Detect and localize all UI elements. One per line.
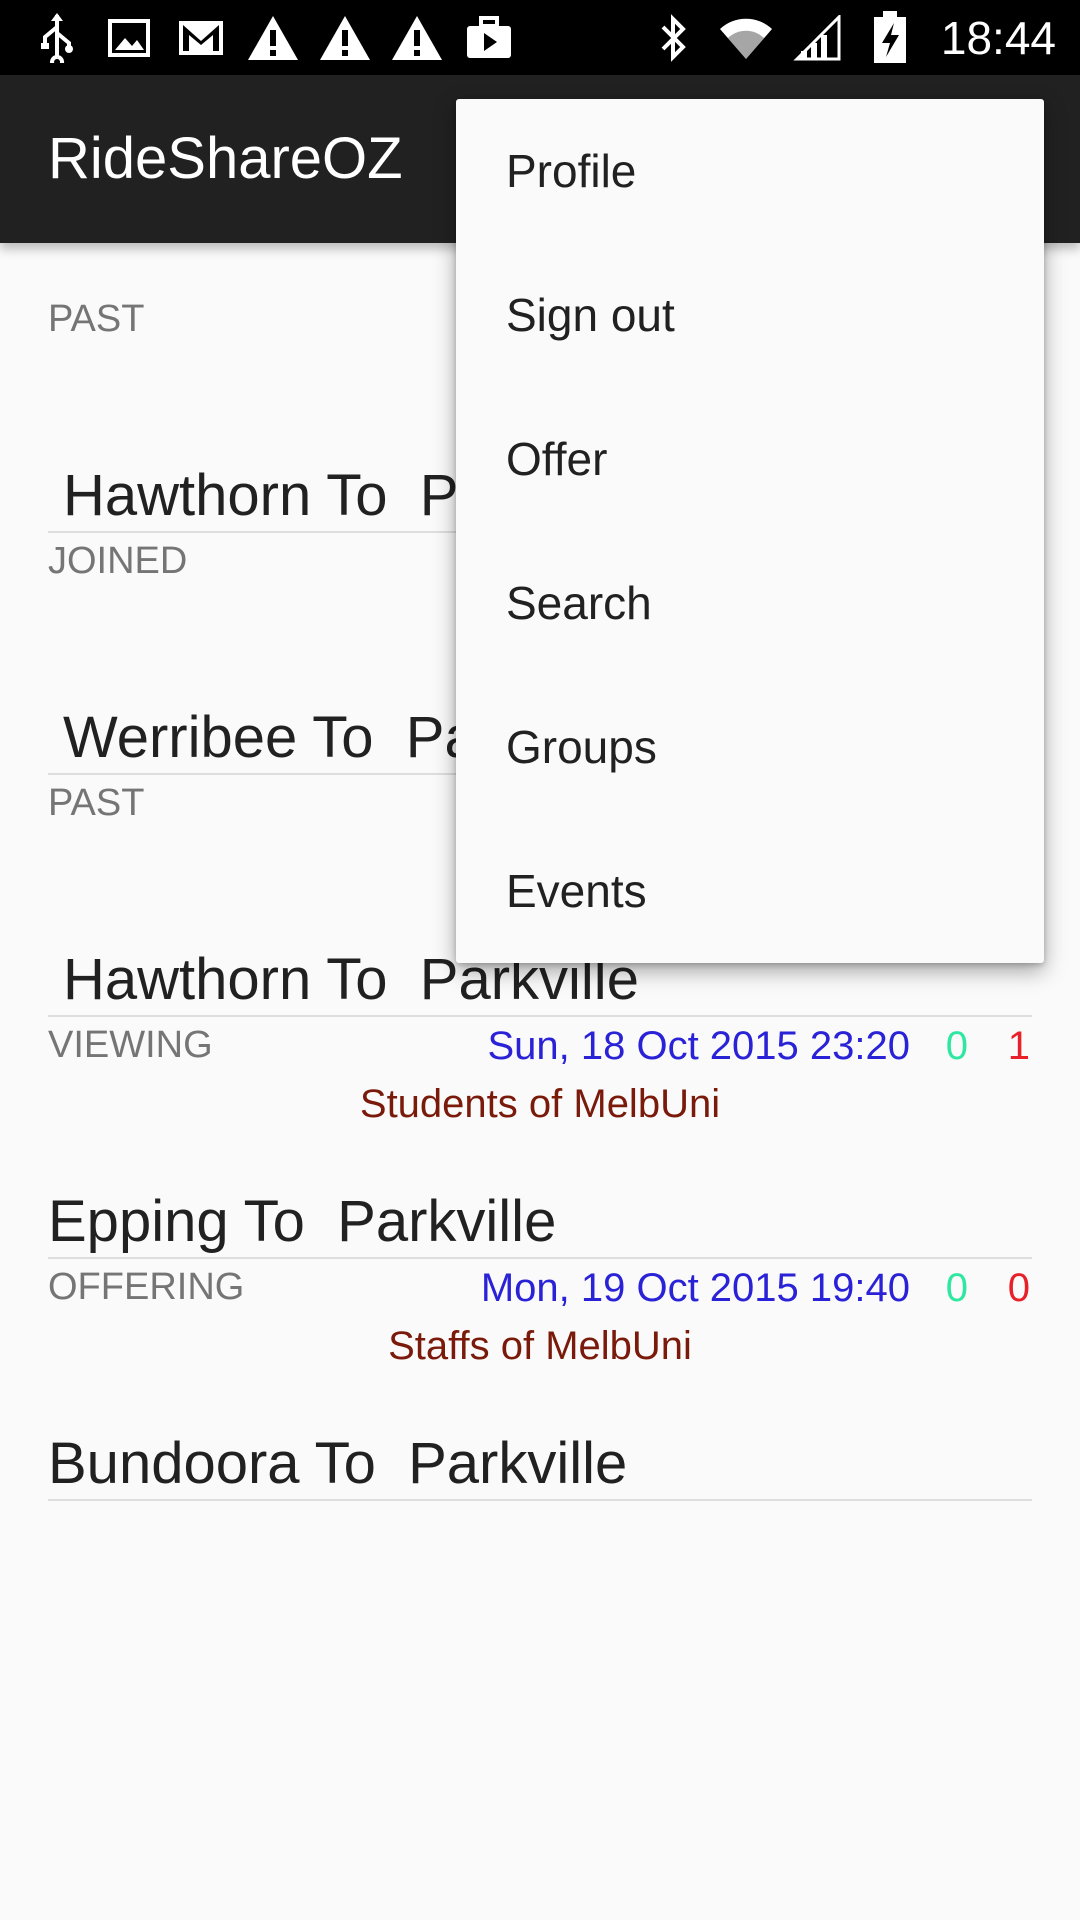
notification-icons bbox=[28, 10, 518, 66]
list-item[interactable]: VIEWING Sun, 18 Oct 2015 23:20 0 1 Stude… bbox=[0, 969, 1080, 1259]
status-bar: 18:44 bbox=[0, 0, 1080, 75]
menu-item-sign-out[interactable]: Sign out bbox=[456, 243, 1044, 387]
ride-status: PAST bbox=[48, 298, 145, 340]
list-item[interactable]: OFFERING Mon, 19 Oct 2015 19:40 0 0 Staf… bbox=[0, 1211, 1080, 1501]
menu-item-events[interactable]: Events bbox=[456, 819, 1044, 963]
wifi-icon bbox=[717, 10, 775, 66]
gmail-icon bbox=[172, 10, 230, 66]
menu-item-profile[interactable]: Profile bbox=[456, 99, 1044, 243]
ride-time: Mon, 19 Oct 2015 19:40 bbox=[480, 1266, 910, 1310]
warning-icon bbox=[244, 10, 302, 66]
ride-time: Sun, 18 Oct 2015 23:20 bbox=[487, 1024, 910, 1068]
menu-item-search[interactable]: Search bbox=[456, 531, 1044, 675]
image-icon bbox=[100, 10, 158, 66]
usb-icon bbox=[28, 10, 86, 66]
system-icons: 18:44 bbox=[645, 10, 1056, 66]
warning-icon bbox=[316, 10, 374, 66]
ride-group: Students of MelbUni bbox=[359, 1082, 721, 1126]
briefcase-play-icon bbox=[460, 10, 518, 66]
ride-route: Bundoora To Parkville bbox=[48, 1431, 628, 1496]
divider bbox=[48, 1499, 1032, 1501]
menu-item-offer[interactable]: Offer bbox=[456, 387, 1044, 531]
ride-status: VIEWING bbox=[48, 1024, 213, 1066]
ride-status: PAST bbox=[48, 782, 145, 824]
warning-icon bbox=[388, 10, 446, 66]
overflow-menu: Profile Sign out Offer Search Groups Eve… bbox=[456, 99, 1044, 963]
ride-seats-count: 0 bbox=[945, 1266, 968, 1310]
menu-item-groups[interactable]: Groups bbox=[456, 675, 1044, 819]
ride-requests-count: 0 bbox=[1007, 1266, 1030, 1310]
ride-seats-count: 0 bbox=[945, 1024, 968, 1068]
bluetooth-icon bbox=[645, 10, 703, 66]
ride-requests-count: 1 bbox=[1007, 1024, 1030, 1068]
app-title: RideShareOZ bbox=[48, 126, 403, 191]
ride-group: Staffs of MelbUni bbox=[388, 1324, 692, 1368]
ride-status: JOINED bbox=[48, 540, 188, 582]
battery-charging-icon bbox=[861, 10, 919, 66]
signal-icon bbox=[789, 10, 847, 66]
ride-status: OFFERING bbox=[48, 1266, 245, 1308]
clock: 18:44 bbox=[940, 12, 1056, 64]
